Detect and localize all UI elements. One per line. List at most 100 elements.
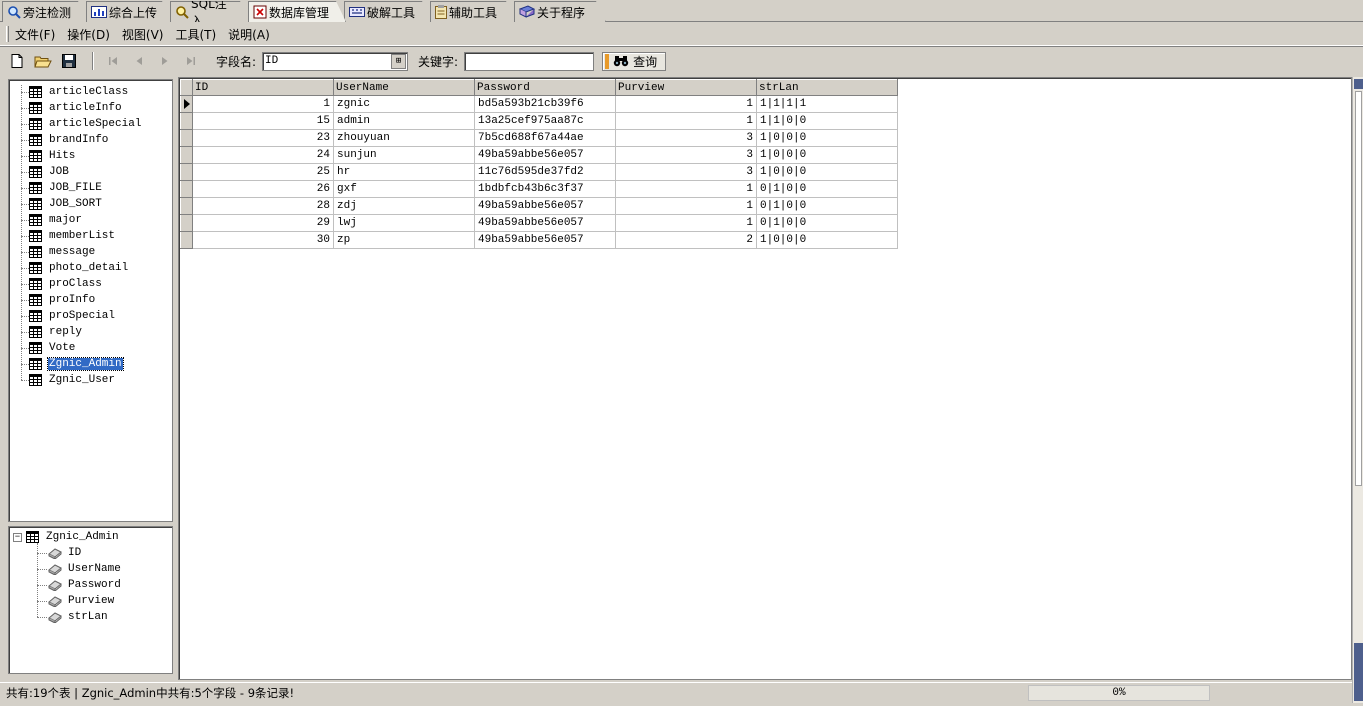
grid-cell-strlan[interactable]: 1|1|1|1 xyxy=(756,95,898,113)
scroll-up-icon[interactable] xyxy=(1354,79,1363,89)
grid-cell-purview[interactable]: 3 xyxy=(615,163,757,181)
row-indicator[interactable] xyxy=(180,231,193,249)
grid-cell-password[interactable]: 7b5cd688f67a44ae xyxy=(474,129,616,147)
table-item[interactable]: memberList xyxy=(29,229,116,243)
menu-view[interactable]: 视图(V) xyxy=(122,26,164,43)
table-item[interactable]: reply xyxy=(29,325,83,339)
tab-about[interactable]: 关于程序 xyxy=(514,1,606,22)
grid-cell-id[interactable]: 15 xyxy=(192,112,334,130)
column-header[interactable]: strLan xyxy=(756,79,898,96)
table-row[interactable]: 30 zp 49ba59abbe56e057 2 1|0|0|0 xyxy=(180,231,898,249)
table-item[interactable]: Zgnic_User xyxy=(29,373,116,387)
grid-cell-password[interactable]: 49ba59abbe56e057 xyxy=(474,146,616,164)
row-indicator[interactable] xyxy=(180,146,193,164)
table-row[interactable]: 23 zhouyuan 7b5cd688f67a44ae 3 1|0|0|0 xyxy=(180,129,898,147)
grid-cell-password[interactable]: bd5a593b21cb39f6 xyxy=(474,95,616,113)
table-item[interactable]: JOB_FILE xyxy=(29,181,103,195)
grid-cell-password[interactable]: 49ba59abbe56e057 xyxy=(474,231,616,249)
grid-cell-purview[interactable]: 2 xyxy=(615,231,757,249)
grid-cell-password[interactable]: 49ba59abbe56e057 xyxy=(474,214,616,232)
table-item[interactable]: JOB_SORT xyxy=(29,197,103,211)
field-item[interactable]: UserName xyxy=(47,562,122,576)
new-button[interactable] xyxy=(6,50,28,72)
last-record-button[interactable] xyxy=(180,50,202,72)
grid-cell-strlan[interactable]: 1|0|0|0 xyxy=(756,129,898,147)
table-item[interactable]: articleSpecial xyxy=(29,117,142,131)
grid-cell-strlan[interactable]: 0|1|0|0 xyxy=(756,197,898,215)
open-button[interactable] xyxy=(32,50,54,72)
grid-cell-strlan[interactable]: 1|0|0|0 xyxy=(756,163,898,181)
column-header[interactable]: ID xyxy=(192,79,334,96)
keyword-input[interactable] xyxy=(464,51,595,71)
grid-cell-strlan[interactable]: 1|1|0|0 xyxy=(756,112,898,130)
table-item[interactable]: articleInfo xyxy=(29,101,123,115)
menu-help[interactable]: 说明(A) xyxy=(228,26,270,43)
grid-cell-purview[interactable]: 1 xyxy=(615,95,757,113)
table-item[interactable]: Zgnic_Admin xyxy=(29,357,124,371)
vertical-scrollbar[interactable] xyxy=(1352,77,1363,703)
scroll-down-icon[interactable] xyxy=(1354,643,1363,701)
table-item[interactable]: proSpecial xyxy=(29,309,116,323)
menu-file[interactable]: 文件(F) xyxy=(15,26,55,43)
grid-cell-username[interactable]: zgnic xyxy=(333,95,475,113)
grid-cell-username[interactable]: hr xyxy=(333,163,475,181)
grid-cell-password[interactable]: 11c76d595de37fd2 xyxy=(474,163,616,181)
grid-cell-purview[interactable]: 1 xyxy=(615,214,757,232)
grid-cell-purview[interactable]: 3 xyxy=(615,146,757,164)
table-item[interactable]: message xyxy=(29,245,96,259)
field-item[interactable]: strLan xyxy=(47,610,109,624)
table-item[interactable]: Vote xyxy=(29,341,76,355)
tab-database-manager[interactable]: 数据库管理 xyxy=(248,1,346,22)
grid-cell-id[interactable]: 28 xyxy=(192,197,334,215)
grid-cell-username[interactable]: zdj xyxy=(333,197,475,215)
dropdown-icon[interactable]: ⊞ xyxy=(391,53,407,69)
grid-cell-username[interactable]: gxf xyxy=(333,180,475,198)
grid-cell-username[interactable]: zp xyxy=(333,231,475,249)
field-tree[interactable]: − Zgnic_Admin ID UserName Password Purview str… xyxy=(8,526,173,674)
grid-cell-id[interactable]: 24 xyxy=(192,146,334,164)
grid-cell-username[interactable]: sunjun xyxy=(333,146,475,164)
grid-cell-id[interactable]: 26 xyxy=(192,180,334,198)
grid-cell-strlan[interactable]: 1|0|0|0 xyxy=(756,231,898,249)
grid-cell-purview[interactable]: 1 xyxy=(615,112,757,130)
table-item[interactable]: articleClass xyxy=(29,85,129,99)
table-row[interactable]: 1 zgnic bd5a593b21cb39f6 1 1|1|1|1 xyxy=(180,95,898,113)
grid-cell-id[interactable]: 30 xyxy=(192,231,334,249)
table-row[interactable]: 25 hr 11c76d595de37fd2 3 1|0|0|0 xyxy=(180,163,898,181)
menu-operation[interactable]: 操作(D) xyxy=(67,26,110,43)
grid-cell-username[interactable]: lwj xyxy=(333,214,475,232)
field-name-select[interactable]: ID ⊞ xyxy=(262,51,409,71)
table-row[interactable]: 28 zdj 49ba59abbe56e057 1 0|1|0|0 xyxy=(180,197,898,215)
grid-cell-purview[interactable]: 3 xyxy=(615,129,757,147)
grid-cell-strlan[interactable]: 0|1|0|0 xyxy=(756,180,898,198)
table-tree[interactable]: articleClass articleInfo articleSpecial bra… xyxy=(8,79,173,522)
first-record-button[interactable] xyxy=(102,50,124,72)
column-header[interactable]: Password xyxy=(474,79,616,96)
column-header[interactable]: UserName xyxy=(333,79,475,96)
table-item[interactable]: Hits xyxy=(29,149,76,163)
table-row[interactable]: 15 admin 13a25cef975aa87c 1 1|1|0|0 xyxy=(180,112,898,130)
field-item[interactable]: Purview xyxy=(47,594,115,608)
field-tree-root[interactable]: − Zgnic_Admin xyxy=(13,530,120,544)
grid-cell-username[interactable]: zhouyuan xyxy=(333,129,475,147)
grid-cell-purview[interactable]: 1 xyxy=(615,197,757,215)
menu-tools[interactable]: 工具(T) xyxy=(175,26,216,43)
query-button[interactable]: 查询 xyxy=(602,51,667,71)
table-row[interactable]: 29 lwj 49ba59abbe56e057 1 0|1|0|0 xyxy=(180,214,898,232)
grid-cell-strlan[interactable]: 1|0|0|0 xyxy=(756,146,898,164)
grid-cell-id[interactable]: 1 xyxy=(192,95,334,113)
grid-cell-password[interactable]: 1bdbfcb43b6c3f37 xyxy=(474,180,616,198)
table-item[interactable]: proInfo xyxy=(29,293,96,307)
collapse-icon[interactable]: − xyxy=(13,532,22,542)
tab-crack-tools[interactable]: 破解工具 xyxy=(344,1,432,22)
row-indicator[interactable] xyxy=(180,129,193,147)
row-indicator[interactable] xyxy=(180,197,193,215)
grid-cell-username[interactable]: admin xyxy=(333,112,475,130)
prev-record-button[interactable] xyxy=(128,50,150,72)
field-item[interactable]: Password xyxy=(47,578,122,592)
row-indicator[interactable] xyxy=(180,180,193,198)
tab-side-injection[interactable]: 旁注检测 xyxy=(2,1,88,22)
next-record-button[interactable] xyxy=(154,50,176,72)
row-indicator[interactable] xyxy=(180,214,193,232)
table-item[interactable]: JOB xyxy=(29,165,70,179)
